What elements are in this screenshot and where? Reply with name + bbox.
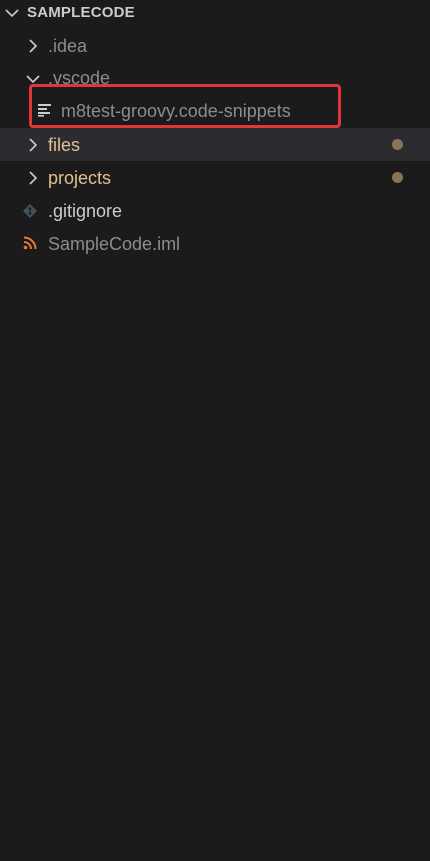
chevron-right-icon [29, 138, 38, 152]
tree-item-label: files [48, 135, 81, 155]
chevron-down-icon [26, 75, 40, 84]
tree-item-label: SampleCode.iml [48, 234, 181, 254]
tree-item-projects[interactable]: projects [0, 161, 430, 194]
tree-item-idea[interactable]: .idea [0, 29, 430, 62]
rss-file-icon [23, 236, 37, 250]
explorer-section-header[interactable]: SAMPLECODE [0, 0, 430, 26]
snippets-file-icon [38, 104, 51, 117]
tree-item-code-snippets[interactable]: m8test-groovy.code-snippets [0, 94, 430, 127]
modified-indicator-dot [392, 172, 403, 183]
section-title: SAMPLECODE [27, 4, 135, 21]
chevron-right-icon [29, 171, 38, 185]
tree-item-label: .vscode [48, 68, 111, 88]
chevron-right-icon [29, 39, 38, 53]
modified-indicator-dot [392, 139, 403, 150]
tree-item-label: m8test-groovy.code-snippets [61, 101, 291, 121]
tree-item-label: .idea [48, 36, 88, 56]
tree-item-vscode[interactable]: .vscode [0, 62, 430, 95]
tree-item-gitignore[interactable]: .gitignore [0, 194, 430, 227]
chevron-down-icon [5, 9, 19, 18]
tree-item-label: projects [48, 168, 112, 188]
tree-item-files[interactable]: files [0, 128, 430, 161]
git-file-icon [23, 204, 37, 218]
tree-item-label: .gitignore [48, 201, 123, 221]
file-explorer: SAMPLECODE .idea .vscode m8test-groovy.c… [0, 0, 430, 861]
tree-item-samplecode-iml[interactable]: SampleCode.iml [0, 227, 430, 260]
